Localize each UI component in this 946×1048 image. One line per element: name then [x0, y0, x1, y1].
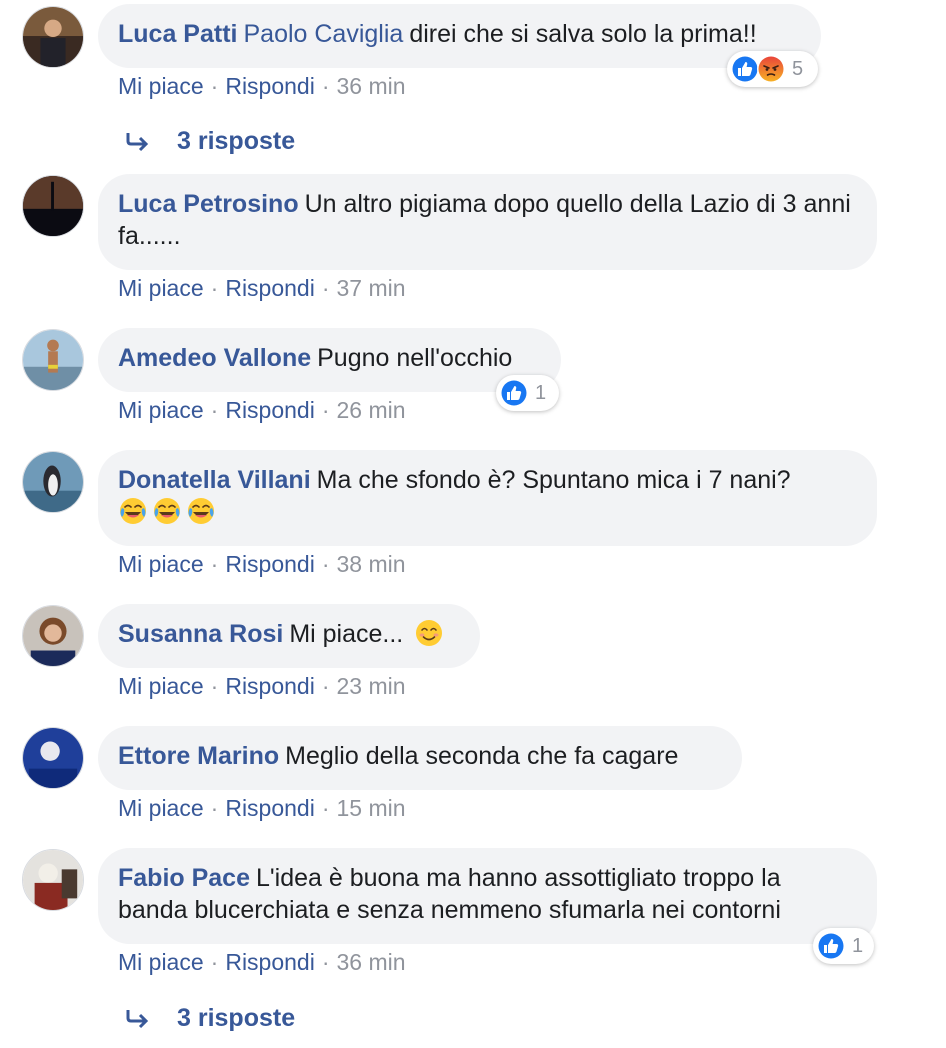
comment-author[interactable]: Donatella Villani: [118, 466, 311, 494]
comment-bubble: Amedeo Vallone Pugno nell'occhio: [98, 328, 561, 392]
like-icon: [499, 378, 529, 408]
separator: ·: [321, 673, 330, 699]
separator: ·: [321, 795, 330, 821]
comment-actions: Mi piace · Rispondi · 36 min: [118, 948, 406, 976]
comment-timestamp[interactable]: 36 min: [337, 949, 406, 975]
separator: ·: [321, 73, 330, 99]
avatar[interactable]: [22, 175, 84, 237]
avatar[interactable]: [22, 605, 84, 667]
separator: ·: [210, 949, 219, 975]
comment-text: Mi piace...: [289, 620, 404, 648]
comment-bubble: Fabio Pace L'idea è buona ma hanno assott…: [98, 848, 877, 944]
reply-button[interactable]: Rispondi: [225, 949, 315, 975]
comment-author[interactable]: Ettore Marino: [118, 742, 279, 770]
reply-button[interactable]: Rispondi: [225, 73, 315, 99]
reactions-summary[interactable]: 1: [813, 928, 874, 964]
separator: ·: [210, 397, 219, 423]
comment-bubble: Ettore Marino Meglio della seconda che fa…: [98, 726, 742, 790]
angry-icon: [756, 54, 786, 84]
tagged-user[interactable]: Paolo Caviglia: [243, 20, 403, 48]
separator: ·: [210, 673, 219, 699]
like-button[interactable]: Mi piace: [118, 275, 204, 301]
separator: ·: [210, 551, 219, 577]
reply-button[interactable]: Rispondi: [225, 795, 315, 821]
avatar[interactable]: [22, 6, 84, 68]
comment-bubble: Luca Patti Paolo Caviglia direi che si sal…: [98, 4, 821, 68]
like-button[interactable]: Mi piace: [118, 795, 204, 821]
reply-button[interactable]: Rispondi: [225, 275, 315, 301]
comment-text: Pugno nell'occhio: [317, 344, 513, 372]
comment-actions: Mi piace · Rispondi · 23 min: [118, 672, 406, 700]
like-icon: [816, 931, 846, 961]
comment-actions: Mi piace · Rispondi · 36 min: [118, 72, 406, 100]
separator: ·: [210, 275, 219, 301]
comment-text: Ma che sfondo è? Spuntano mica i 7 nani?: [316, 466, 791, 494]
comment-actions: Mi piace · Rispondi · 37 min: [118, 274, 406, 302]
reaction-count: 5: [792, 57, 804, 80]
comment-author[interactable]: Susanna Rosi: [118, 620, 283, 648]
avatar[interactable]: [22, 451, 84, 513]
comment-timestamp[interactable]: 36 min: [337, 73, 406, 99]
separator: ·: [321, 397, 330, 423]
like-button[interactable]: Mi piace: [118, 397, 204, 423]
reply-arrow-icon: [125, 1008, 151, 1030]
reply-button[interactable]: Rispondi: [225, 397, 315, 423]
replies-count-label: 3 risposte: [177, 127, 296, 155]
comment-timestamp[interactable]: 38 min: [337, 551, 406, 577]
reaction-count: 1: [852, 934, 864, 957]
separator: ·: [321, 949, 330, 975]
smiling-emoji: [414, 618, 444, 648]
like-button[interactable]: Mi piace: [118, 673, 204, 699]
laughing-tears-emoji: [152, 496, 182, 526]
comment-bubble: Luca Petrosino Un altro pigiama dopo quel…: [98, 174, 877, 270]
comment-timestamp[interactable]: 26 min: [337, 397, 406, 423]
reply-button[interactable]: Rispondi: [225, 551, 315, 577]
laughing-tears-emoji: [118, 496, 148, 526]
avatar[interactable]: [22, 849, 84, 911]
comment-author[interactable]: Amedeo Vallone: [118, 344, 311, 372]
comment-text: direi che si salva solo la prima!!: [409, 20, 757, 48]
reply-arrow-icon: [125, 131, 151, 153]
replies-count-label: 3 risposte: [177, 1004, 296, 1032]
separator: ·: [210, 73, 219, 99]
reactions-summary[interactable]: 5: [727, 51, 818, 87]
like-button[interactable]: Mi piace: [118, 551, 204, 577]
comment-text: Meglio della seconda che fa cagare: [285, 742, 679, 770]
view-replies-link[interactable]: 3 risposte: [125, 1004, 295, 1033]
reply-button[interactable]: Rispondi: [225, 673, 315, 699]
comment-author[interactable]: Fabio Pace: [118, 864, 250, 892]
like-button[interactable]: Mi piace: [118, 73, 204, 99]
comment-bubble: Susanna Rosi Mi piace...: [98, 604, 480, 668]
reactions-summary[interactable]: 1: [496, 375, 559, 411]
comment-bubble: Donatella Villani Ma che sfondo è? Spunta…: [98, 450, 877, 546]
laughing-tears-emoji: [186, 496, 216, 526]
comment-timestamp[interactable]: 23 min: [337, 673, 406, 699]
comment-timestamp[interactable]: 37 min: [337, 275, 406, 301]
comment-author[interactable]: Luca Petrosino: [118, 190, 299, 218]
comment-actions: Mi piace · Rispondi · 38 min: [118, 550, 406, 578]
separator: ·: [321, 275, 330, 301]
comment-timestamp[interactable]: 15 min: [337, 795, 406, 821]
separator: ·: [321, 551, 330, 577]
separator: ·: [210, 795, 219, 821]
comment-author[interactable]: Luca Patti: [118, 20, 237, 48]
like-button[interactable]: Mi piace: [118, 949, 204, 975]
view-replies-link[interactable]: 3 risposte: [125, 127, 295, 156]
comment-actions: Mi piace · Rispondi · 26 min: [118, 396, 406, 424]
reaction-count: 1: [535, 381, 547, 404]
avatar[interactable]: [22, 329, 84, 391]
avatar[interactable]: [22, 727, 84, 789]
comment-actions: Mi piace · Rispondi · 15 min: [118, 794, 406, 822]
